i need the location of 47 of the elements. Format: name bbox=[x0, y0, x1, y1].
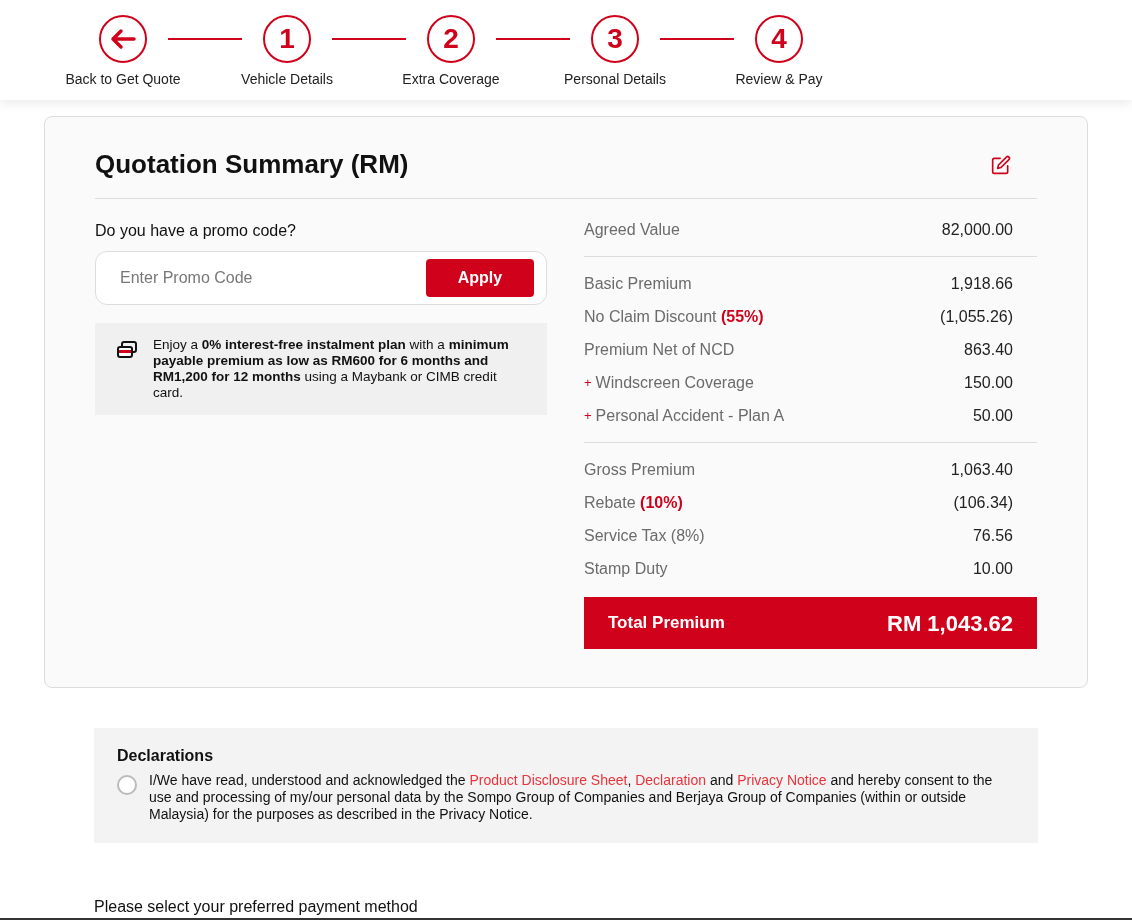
promo-question: Do you have a promo code? bbox=[95, 221, 297, 241]
summary-label: Rebate (10%) bbox=[584, 492, 683, 513]
step-label[interactable]: Back to Get Quote bbox=[65, 69, 181, 90]
apply-button[interactable]: Apply bbox=[426, 259, 534, 297]
step-number[interactable]: 1 bbox=[263, 15, 311, 63]
instalment-text: Enjoy a 0% interest-free instalment plan with a minimum payable premium as low as RM600 for 6 months and RM1,200 for 12 months using a Maybank or CIMB credit card. bbox=[153, 337, 510, 401]
summary-label: Premium Net of NCD bbox=[584, 339, 735, 360]
plus-marker: + bbox=[584, 406, 592, 425]
document-link[interactable]: Privacy Notice bbox=[737, 772, 827, 788]
summary-value: 1,918.66 bbox=[950, 273, 1013, 294]
summary-value: 82,000.00 bbox=[941, 219, 1013, 240]
step-label[interactable]: Vehicle Details bbox=[241, 69, 333, 90]
total-value: RM 1,043.62 bbox=[887, 609, 1013, 638]
summary-value: 50.00 bbox=[972, 405, 1013, 426]
document-link[interactable]: Declaration bbox=[635, 772, 706, 788]
step-number[interactable]: 2 bbox=[427, 15, 475, 63]
summary-label: Service Tax (8%) bbox=[584, 525, 705, 546]
declarations-title: Declarations bbox=[117, 746, 215, 766]
step-label[interactable]: Extra Coverage bbox=[402, 69, 500, 90]
summary-label: Windscreen Coverage bbox=[595, 372, 754, 393]
step-number[interactable]: 4 bbox=[755, 15, 803, 63]
summary-value: (106.34) bbox=[953, 492, 1013, 513]
consent-radio[interactable] bbox=[117, 775, 137, 795]
total-label: Total Premium bbox=[608, 612, 725, 635]
summary-value: 150.00 bbox=[964, 372, 1013, 393]
summary-value: 863.40 bbox=[964, 339, 1013, 360]
summary-label: Stamp Duty bbox=[584, 558, 668, 579]
edit-icon[interactable] bbox=[991, 154, 1011, 175]
summary-value: 10.00 bbox=[972, 558, 1013, 579]
promo-field[interactable]: Enter Promo Code Apply bbox=[95, 251, 547, 305]
summary-label: Basic Premium bbox=[584, 273, 692, 294]
summary-label: Personal Accident - Plan A bbox=[595, 405, 785, 426]
step-label[interactable]: Review & Pay bbox=[735, 69, 823, 90]
summary-label: Agreed Value bbox=[584, 219, 680, 240]
plus-marker: + bbox=[584, 373, 592, 392]
summary-title: Quotation Summary (RM) bbox=[95, 148, 409, 181]
summary-value: 76.56 bbox=[972, 525, 1013, 546]
summary-label: No Claim Discount (55%) bbox=[584, 306, 764, 327]
summary-label: Gross Premium bbox=[584, 459, 696, 480]
summary-value: 1,063.40 bbox=[950, 459, 1013, 480]
payment-prompt: Please select your preferred payment method bbox=[94, 897, 419, 917]
step-label[interactable]: Personal Details bbox=[564, 69, 666, 90]
consent-text: I/We have read, understood and acknowledged the Product Disclosure Sheet, Declaration and Privacy Notice and hereby consent to the use and processing of my/our personal data by the Sompo Group of Companies and Berjaya Group of Companies (within or outside Malaysia) for the purposes as described in the Privacy Notice. bbox=[149, 772, 994, 823]
arrow-left-icon bbox=[110, 28, 136, 50]
step-number[interactable]: 3 bbox=[591, 15, 639, 63]
credit-card-icon bbox=[117, 341, 137, 359]
summary-value: (1,055.26) bbox=[940, 306, 1013, 327]
